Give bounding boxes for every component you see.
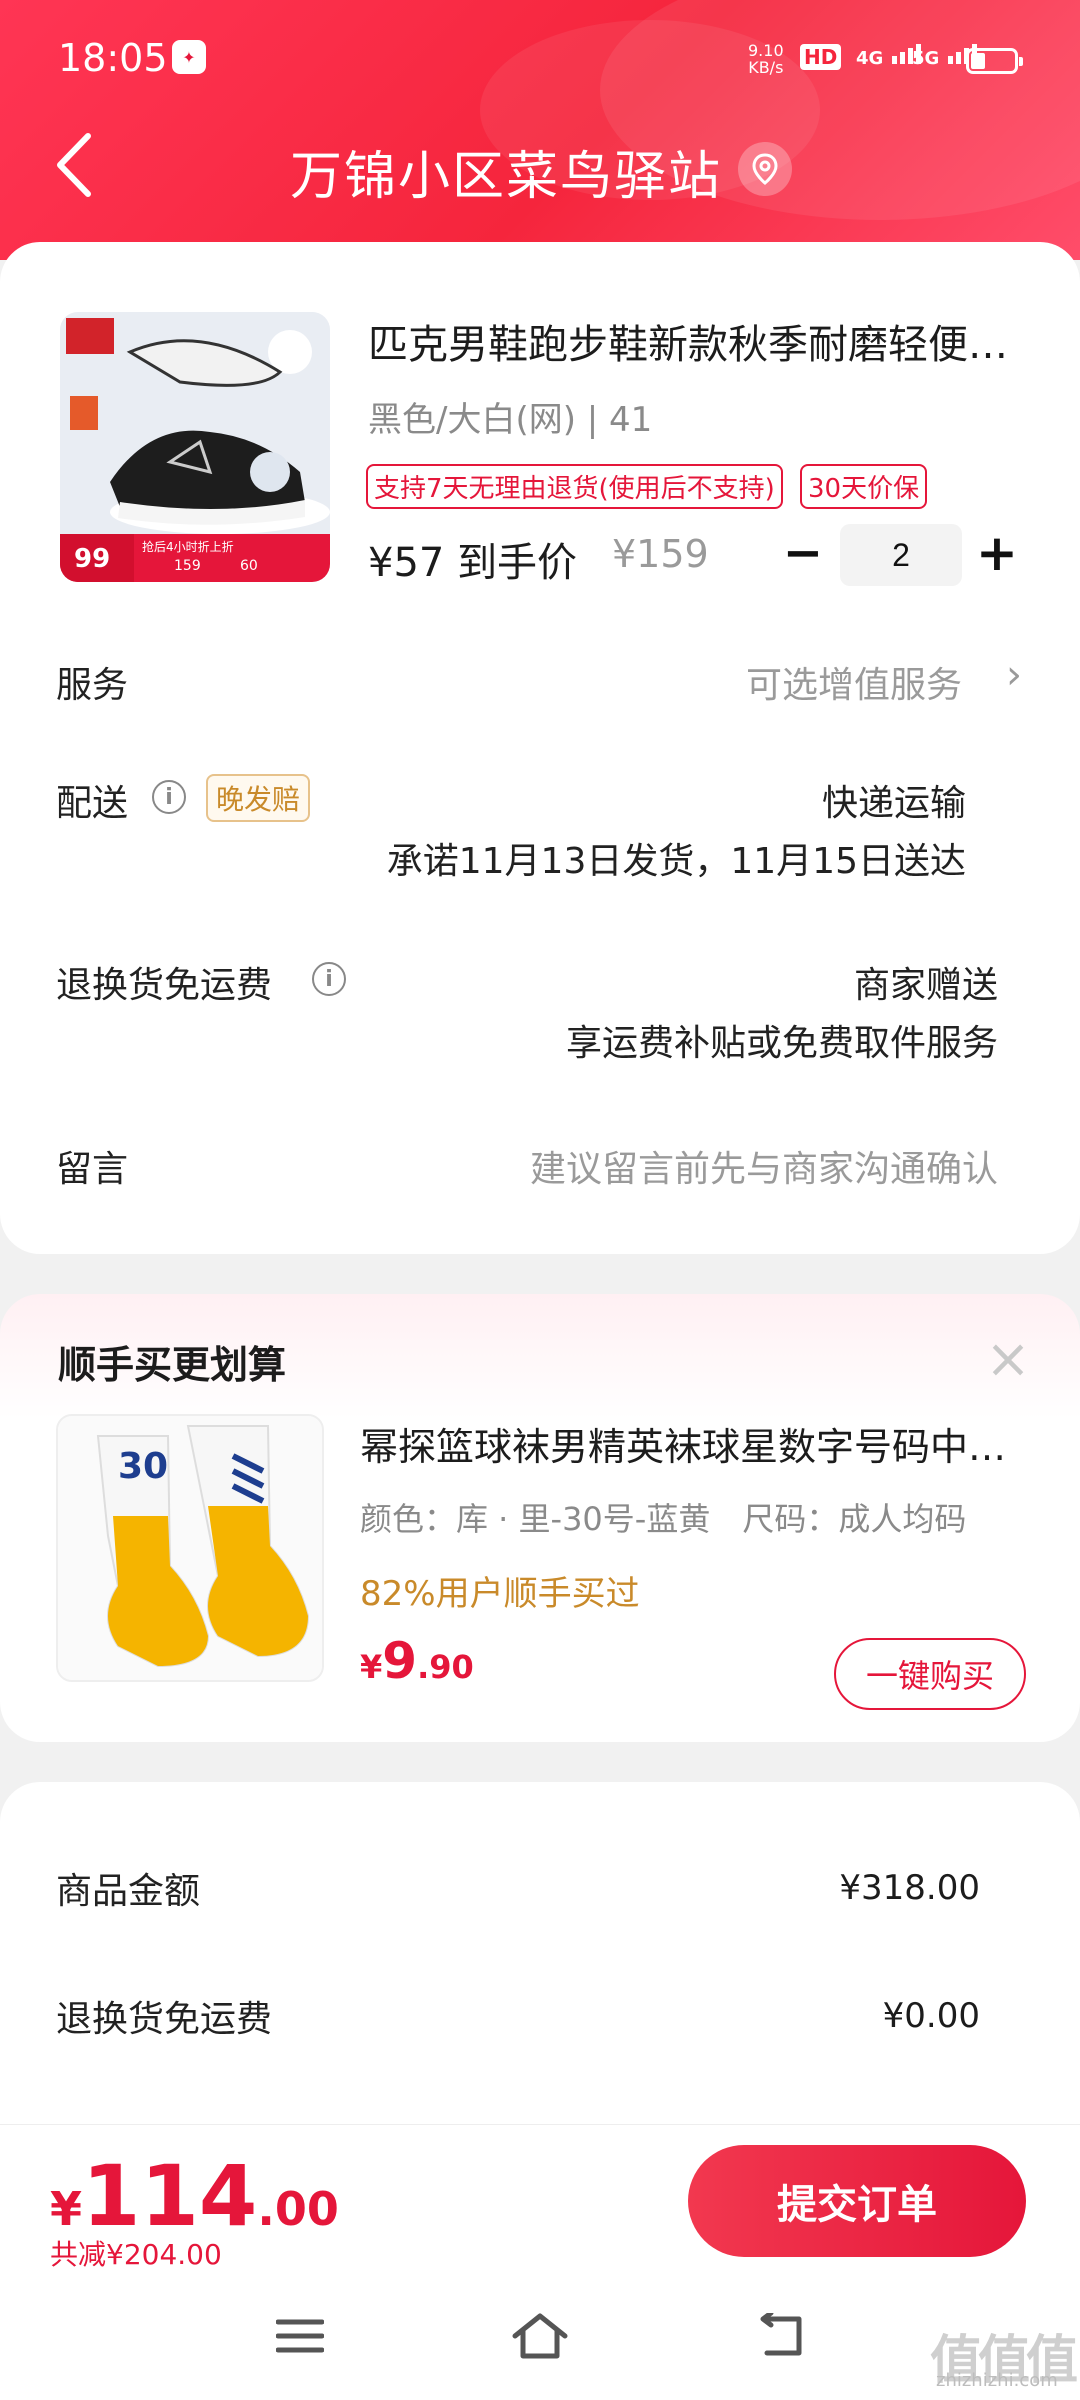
product-image-badge-coupon: 60: [240, 558, 258, 574]
signal-sim1-icon: 4G: [856, 42, 921, 69]
page-title[interactable]: 万锦小区菜鸟驿站: [290, 134, 722, 209]
quantity-increase-button[interactable]: +: [972, 524, 1022, 582]
location-pin-icon[interactable]: [738, 142, 792, 196]
order-card: 99 抢后4小时折上折 159 60 匹克男鞋跑步鞋新款秋季耐磨轻便运动鞋 黑色…: [0, 242, 1080, 1254]
delivery-promise: 承诺11月13日发货，11月15日送达: [386, 841, 966, 882]
return-shipping-value-2: 享运费补贴或免费取件服务: [565, 1023, 998, 1064]
delivery-label: 配送: [56, 783, 129, 824]
quantity-input[interactable]: [840, 524, 962, 586]
quantity-decrease-button[interactable]: −: [778, 525, 828, 581]
late-shipment-compensation-tag: 晚发赔: [206, 774, 311, 822]
addon-card: 顺手买更划算 × 30 幂探篮球袜男精英袜球星数字号码中筒袜 颜色：库 · 里-…: [0, 1294, 1080, 1742]
status-bar: 18:05 ✦ 9.10 KB/s HD 4G 5G: [0, 0, 1080, 120]
message-input[interactable]: 建议留言前先与商家沟通确认: [530, 1140, 998, 1192]
addon-title: 顺手买更划算: [58, 1343, 287, 1387]
addon-price: ¥9.90: [360, 1632, 474, 1690]
product-image-badge-orig: 159: [174, 558, 201, 574]
one-click-buy-button[interactable]: 一键购买: [834, 1638, 1026, 1710]
watermark-url: zhizhizhi.com: [936, 2370, 1058, 2391]
return-shipping-label: 退换货免运费: [56, 965, 273, 1006]
tmall-app-icon: ✦: [172, 40, 206, 74]
status-time: 18:05: [58, 36, 168, 80]
message-label: 留言: [56, 1149, 129, 1190]
delivery-method[interactable]: 快递运输: [822, 774, 966, 826]
info-icon[interactable]: i: [152, 780, 186, 814]
product-title[interactable]: 匹克男鞋跑步鞋新款秋季耐磨轻便运动鞋: [368, 312, 1018, 370]
back-nav-icon[interactable]: [752, 2306, 812, 2366]
product-image-badge-price: 99: [74, 544, 111, 574]
menu-icon[interactable]: [270, 2306, 330, 2366]
sim1-label: 4G: [856, 48, 884, 69]
battery-icon: [966, 48, 1023, 74]
original-price: ¥159: [612, 532, 709, 576]
service-label: 服务: [56, 665, 129, 706]
total-price: ¥114.00: [50, 2147, 339, 2245]
discount-total[interactable]: 共减¥204.00: [50, 2233, 222, 2273]
final-price: ¥57 到手价: [368, 540, 578, 586]
price-protect-tag: 30天价保: [800, 464, 928, 509]
addon-product-spec[interactable]: 颜色：库 · 里-30号-蓝黄 尺码：成人均码: [360, 1494, 1040, 1540]
sim2-label: 5G: [912, 48, 940, 69]
return-fee-value: ¥0.00: [882, 1996, 980, 2036]
total-price-int: 114: [82, 2147, 258, 2245]
total-price-dec: .00: [257, 2182, 339, 2236]
sock-number: 30: [118, 1446, 169, 1487]
return-policy-tag: 支持7天无理由退货(使用后不支持): [366, 464, 783, 509]
addon-product-title[interactable]: 幂探篮球袜男精英袜球星数字号码中筒袜: [360, 1416, 1020, 1471]
goods-amount-value: ¥318.00: [839, 1868, 980, 1908]
addon-price-currency: ¥: [360, 1648, 383, 1686]
return-shipping-value-1: 商家赠送: [853, 965, 998, 1006]
info-icon[interactable]: i: [312, 962, 346, 996]
total-price-currency: ¥: [50, 2182, 83, 2236]
back-button[interactable]: [52, 130, 112, 210]
home-icon[interactable]: [510, 2306, 570, 2366]
chevron-right-icon: ›: [1006, 652, 1022, 698]
addon-product-image[interactable]: 30: [56, 1414, 324, 1682]
product-image[interactable]: 99 抢后4小时折上折 159 60: [60, 312, 330, 582]
return-fee-label: 退换货免运费: [56, 1999, 273, 2040]
goods-amount-label: 商品金额: [56, 1871, 201, 1912]
chevron-left-icon: [57, 133, 91, 197]
product-image-badge-note: 抢后4小时折上折: [142, 540, 234, 554]
net-speed-unit: KB/s: [748, 58, 784, 77]
header: 18:05 ✦ 9.10 KB/s HD 4G 5G 万锦小区菜鸟驿站: [0, 0, 1080, 260]
product-spec[interactable]: 黑色/大白(网) | 41: [368, 392, 652, 441]
addon-price-int: 9: [382, 1632, 418, 1690]
addon-price-dec: .90: [417, 1648, 474, 1686]
hd-voice-icon: HD: [800, 44, 842, 70]
net-speed: 9.10 KB/s: [748, 42, 784, 76]
close-icon[interactable]: ×: [980, 1327, 1036, 1390]
service-value: 可选增值服务: [745, 665, 962, 706]
submit-order-button[interactable]: 提交订单: [688, 2145, 1026, 2257]
addon-purchase-rate: 82%用户顺手买过: [360, 1574, 640, 1614]
